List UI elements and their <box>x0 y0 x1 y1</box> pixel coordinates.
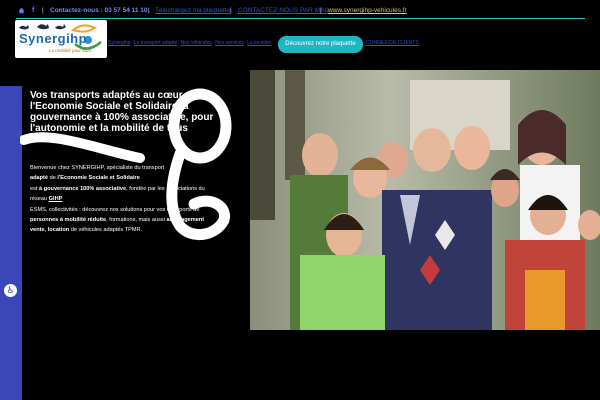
gihp-link[interactable]: GIHP <box>49 196 63 202</box>
nav-item-synergihp[interactable]: Synergihp <box>108 40 131 46</box>
hero-intro: Bienvenue chez SYNERGIHP, spécialiste du… <box>30 165 205 234</box>
main-nav: Synergihp Le transport adapté Nos véhicu… <box>108 40 273 46</box>
brochure-button[interactable]: Découvrez notre plaquette <box>278 36 363 53</box>
site-logo[interactable]: Synergihp La mobilité pour tous <box>15 20 107 58</box>
hero-headline: Vos transports adaptés au cœur de l'Econ… <box>30 90 214 134</box>
nav-item-transport[interactable]: Le transport adapté <box>134 40 177 46</box>
hero-photo <box>250 70 600 330</box>
logo-brand: Synergihp <box>19 31 88 46</box>
top-divider <box>16 18 585 19</box>
facebook-icon[interactable]: f <box>32 6 34 15</box>
logo-tagline: La mobilité pour tous <box>49 48 91 53</box>
accessibility-icon[interactable]: ♿ <box>4 284 17 297</box>
nav-item-client-login[interactable]: CONNEXION CLIENTS <box>366 40 419 46</box>
nav-item-rental[interactable]: La location <box>247 40 271 46</box>
left-accent-bar <box>0 86 22 400</box>
home-icon[interactable] <box>18 7 25 14</box>
nav-item-vehicles[interactable]: Nos véhicules <box>181 40 212 46</box>
nav-item-services[interactable]: Nos services <box>215 40 244 46</box>
